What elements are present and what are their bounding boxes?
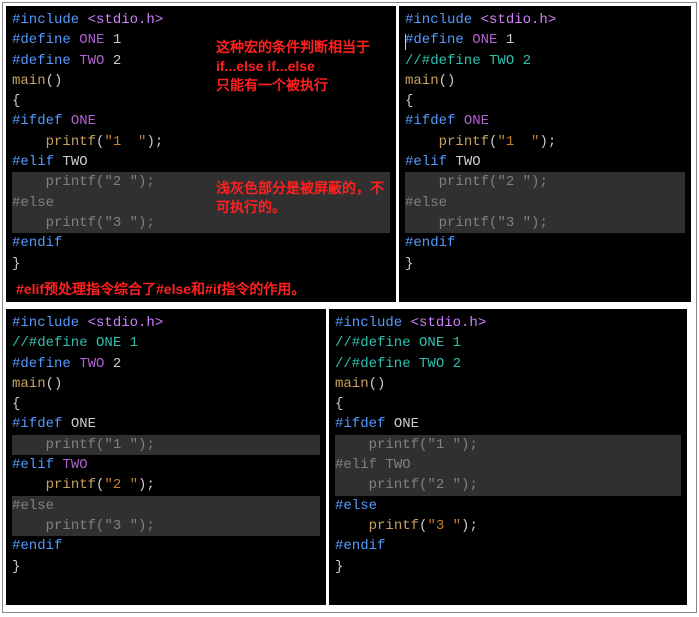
include-header: <stdio.h> (88, 315, 164, 331)
ifdef-directive: #ifdef (12, 416, 62, 432)
endif-directive: #endif (405, 235, 455, 251)
elif-directive: #elif (12, 154, 54, 170)
brace-close: } (12, 559, 20, 575)
string-literal: "3 " (427, 518, 461, 534)
brace-open: { (405, 93, 413, 109)
code-panel-2: #include <stdio.h> #define ONE 1 //#defi… (399, 6, 691, 302)
text-caret (405, 34, 406, 50)
brace-open: { (335, 396, 343, 412)
define-directive: #define (405, 32, 464, 48)
inactive-code: printf("3 "); (12, 516, 320, 536)
inactive-code: #elif TWO (335, 455, 681, 475)
fn-printf: printf (46, 134, 96, 150)
brace-close: } (335, 559, 343, 575)
ifdef-directive: #ifdef (12, 113, 62, 129)
include-directive: #include (335, 315, 402, 331)
include-header: <stdio.h> (481, 12, 557, 28)
commented-line: //#define TWO 2 (405, 53, 531, 69)
commented-line: //#define ONE 1 (335, 335, 461, 351)
page-container: #include <stdio.h> #define ONE 1 #define… (2, 2, 697, 613)
elif-macro: TWO (62, 154, 87, 170)
code-block-4: #include <stdio.h> //#define ONE 1 //#de… (335, 313, 681, 577)
code-block-3: #include <stdio.h> //#define ONE 1 #defi… (12, 313, 320, 577)
code-panel-4: #include <stdio.h> //#define ONE 1 //#de… (329, 309, 687, 605)
inactive-code: printf("3 "); (405, 213, 685, 233)
endif-directive: #endif (12, 538, 62, 554)
define-directive: #define (12, 356, 71, 372)
code-block-2: #include <stdio.h> #define ONE 1 //#defi… (405, 10, 685, 274)
macro-value: 2 (113, 356, 121, 372)
inactive-code: printf("2 "); (335, 475, 681, 495)
top-row: #include <stdio.h> #define ONE 1 #define… (6, 6, 693, 302)
include-header: <stdio.h> (88, 12, 164, 28)
ifdef-directive: #ifdef (405, 113, 455, 129)
endif-directive: #endif (12, 235, 62, 251)
commented-line: //#define TWO 2 (335, 356, 461, 372)
string-literal: "1 " (497, 134, 539, 150)
ifdef-macro: ONE (464, 113, 489, 129)
define-directive: #define (12, 32, 71, 48)
fn-printf: printf (46, 477, 96, 493)
macro-value: 1 (113, 32, 121, 48)
fn-printf: printf (439, 134, 489, 150)
brace-open: { (12, 396, 20, 412)
define-directive: #define (12, 53, 71, 69)
else-directive: #else (335, 498, 377, 514)
code-panel-1: #include <stdio.h> #define ONE 1 #define… (6, 6, 396, 302)
bottom-row: #include <stdio.h> //#define ONE 1 #defi… (6, 305, 693, 605)
macro-name: TWO (79, 53, 104, 69)
inactive-code: printf("1 "); (335, 435, 681, 455)
annotation-3: #elif预处理指令综合了#else和#if指令的作用。 (16, 280, 386, 299)
inactive-code: #else (12, 496, 320, 516)
ifdef-directive: #ifdef (335, 416, 385, 432)
elif-macro: TWO (62, 457, 87, 473)
endif-directive: #endif (335, 538, 385, 554)
elif-directive: #elif (12, 457, 54, 473)
fn-main: main (335, 376, 369, 392)
macro-name: ONE (79, 32, 104, 48)
annotation-1: 这种宏的条件判断相当于 if...else if...else 只能有一个被执行 (216, 38, 376, 95)
parens: () (369, 376, 386, 392)
inactive-code: printf("2 "); (405, 172, 685, 192)
annotation-2: 浅灰色部分是被屏蔽的，不可执行的。 (216, 179, 396, 217)
ifdef-macro: ONE (394, 416, 419, 432)
include-header: <stdio.h> (411, 315, 487, 331)
brace-close: } (405, 256, 413, 272)
commented-line: //#define ONE 1 (12, 335, 138, 351)
include-directive: #include (12, 12, 79, 28)
brace-open: { (12, 93, 20, 109)
brace-close: } (12, 256, 20, 272)
inactive-code: #else (405, 193, 685, 213)
parens: () (46, 73, 63, 89)
parens: () (46, 376, 63, 392)
fn-main: main (12, 73, 46, 89)
macro-value: 1 (506, 32, 514, 48)
macro-name: ONE (472, 32, 497, 48)
include-directive: #include (405, 12, 472, 28)
ifdef-macro: ONE (71, 113, 96, 129)
elif-directive: #elif (405, 154, 447, 170)
elif-macro: TWO (455, 154, 480, 170)
string-literal: "2 " (104, 477, 138, 493)
parens: () (439, 73, 456, 89)
fn-printf: printf (369, 518, 419, 534)
string-literal: "1 " (104, 134, 146, 150)
code-panel-3: #include <stdio.h> //#define ONE 1 #defi… (6, 309, 326, 605)
fn-main: main (12, 376, 46, 392)
fn-main: main (405, 73, 439, 89)
ifdef-macro: ONE (71, 416, 96, 432)
macro-value: 2 (113, 53, 121, 69)
include-directive: #include (12, 315, 79, 331)
macro-name: TWO (79, 356, 104, 372)
inactive-code: printf("1 "); (12, 435, 320, 455)
